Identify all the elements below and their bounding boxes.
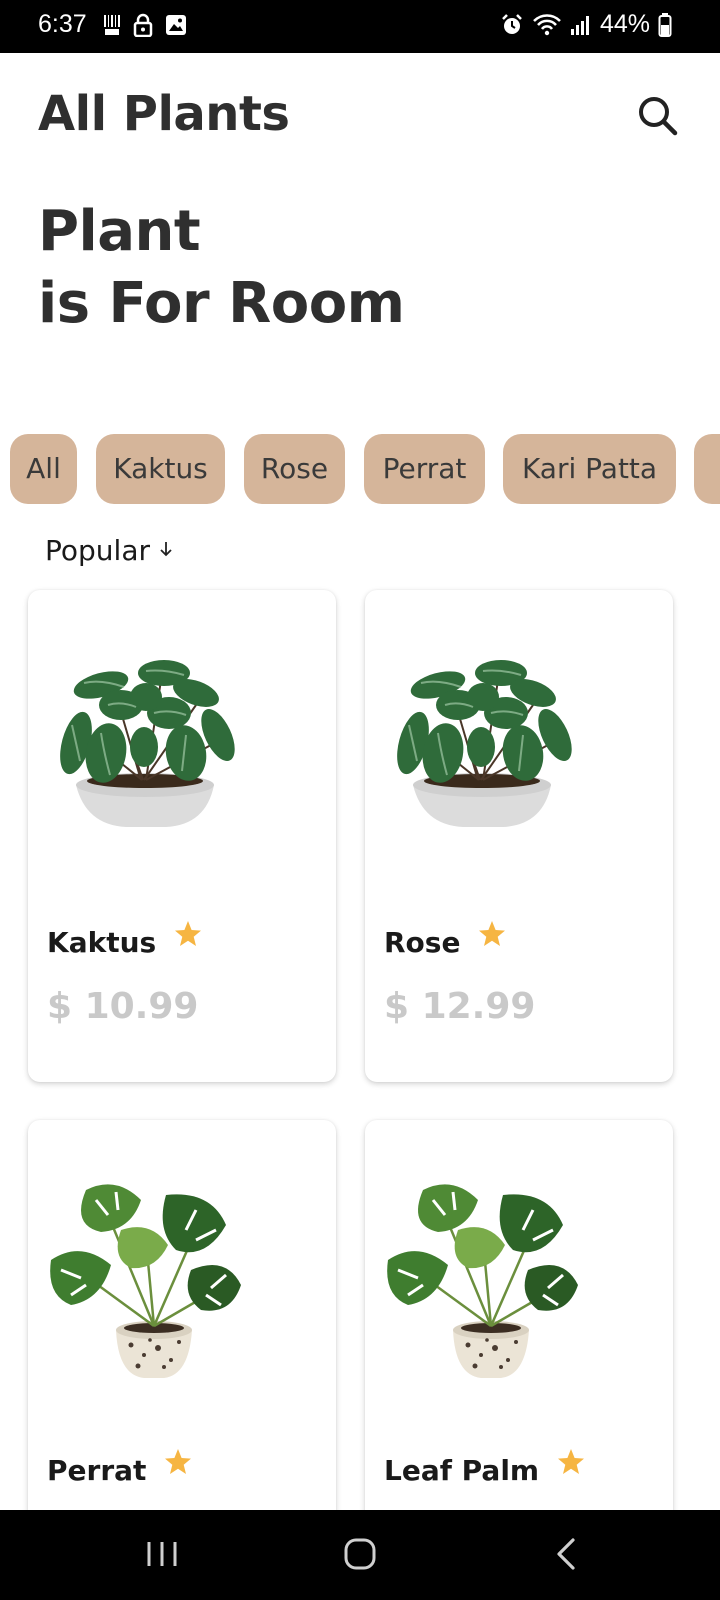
plant-image [53, 659, 243, 828]
plant-image [390, 659, 580, 828]
plant-image [385, 1182, 580, 1380]
home-button[interactable] [338, 1532, 382, 1580]
sort-dropdown[interactable]: Popular [45, 534, 174, 567]
star-icon [165, 1449, 192, 1474]
search-icon [636, 97, 680, 142]
recent-apps-icon [140, 1542, 184, 1580]
star-icon [557, 1449, 584, 1474]
back-icon [545, 1538, 589, 1580]
alarm-icon [500, 13, 524, 37]
status-time: 6:37 [38, 10, 87, 38]
battery-icon [658, 12, 672, 38]
lock-icon [132, 13, 154, 37]
chip-kari-patta[interactable]: Kari Patta [503, 434, 676, 504]
product-card[interactable]: Perrat [28, 1120, 336, 1540]
page-title: All Plants [38, 86, 290, 142]
chip-all[interactable]: All [10, 434, 77, 504]
status-left-icons [102, 13, 188, 37]
search-button[interactable] [636, 94, 680, 138]
back-button[interactable] [545, 1532, 589, 1580]
battery-percent: 44% [599, 10, 650, 38]
product-name: Leaf Palm [384, 1454, 540, 1487]
headline-line-1: Plant [38, 199, 201, 264]
product-card[interactable]: Leaf Palm [365, 1120, 673, 1540]
category-chips: All Kaktus Rose Perrat Kari Patta [10, 434, 720, 504]
recent-apps-button[interactable] [140, 1532, 184, 1580]
home-icon [338, 1538, 382, 1580]
star-icon [479, 921, 506, 946]
plant-image [48, 1182, 243, 1380]
product-name-row: Kaktus [47, 921, 202, 959]
system-nav-bar [0, 1510, 720, 1600]
product-name: Rose [384, 926, 461, 959]
product-card[interactable]: Kaktus $ 10.99 [28, 590, 336, 1082]
chip-perrat[interactable]: Perrat [364, 434, 485, 504]
barcode-icon [102, 13, 122, 37]
chip-kaktus[interactable]: Kaktus [96, 434, 225, 504]
sort-label: Popular [45, 534, 150, 567]
product-card[interactable]: Rose $ 12.99 [365, 590, 673, 1082]
signal-icon [570, 13, 592, 37]
product-price: $ 12.99 [384, 986, 536, 1027]
product-name-row: Rose [384, 921, 506, 959]
status-right-icons: 44% [500, 10, 672, 39]
arrow-down-icon [158, 539, 174, 563]
star-icon [174, 921, 201, 946]
chip-rose[interactable]: Rose [244, 434, 345, 504]
product-name-row: Leaf Palm [384, 1449, 585, 1487]
image-icon [164, 13, 188, 37]
status-bar: 6:37 44% [0, 0, 720, 53]
product-name: Kaktus [47, 926, 157, 959]
product-name: Perrat [47, 1454, 147, 1487]
headline-line-2: is For Room [38, 271, 405, 336]
headline: Plant is For Room [38, 196, 405, 340]
product-name-row: Perrat [47, 1449, 192, 1487]
product-price: $ 10.99 [47, 986, 199, 1027]
wifi-icon [532, 13, 562, 37]
chip-partial[interactable] [694, 434, 720, 504]
